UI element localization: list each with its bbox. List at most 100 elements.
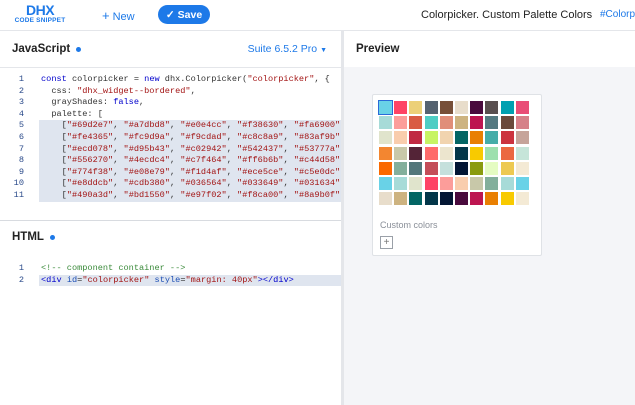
js-status-dot [76,46,82,52]
color-swatch[interactable] [409,176,423,190]
new-button[interactable]: + New [102,8,135,23]
add-custom-color-button[interactable]: + [380,236,393,249]
color-swatch[interactable] [379,176,392,190]
color-swatch[interactable] [409,116,423,130]
code-line[interactable]: 10 ["#e8ddcb", "#cdb380", "#036564", "#0… [0,178,341,190]
suite-version-label: Suite 6.5.2 Pro [247,43,318,55]
color-swatch[interactable] [515,161,529,175]
color-swatch[interactable] [515,101,529,114]
color-swatch[interactable] [500,146,514,160]
color-swatch[interactable] [424,131,438,145]
color-swatch[interactable] [470,161,484,175]
color-swatch[interactable] [500,116,514,130]
color-swatch[interactable] [454,161,468,175]
color-swatch[interactable] [454,146,468,160]
color-swatch[interactable] [485,101,499,114]
suite-version-dropdown[interactable]: Suite 6.5.2 Pro ▼ [248,43,327,55]
color-swatch[interactable] [409,192,423,206]
code-line[interactable]: 1 const colorpicker = new dhx.Colorpicker… [0,74,341,86]
code-line[interactable]: 4 palette: [ [0,109,341,121]
color-swatch[interactable] [485,116,499,130]
color-swatch[interactable] [394,176,408,190]
color-swatch[interactable] [515,131,529,145]
code-line[interactable]: 3 grayShades: false, [0,97,341,109]
color-swatch[interactable] [424,192,438,206]
code-line[interactable]: 9 ["#774f38", "#e08e79", "#f1d4af", "#ec… [0,166,341,179]
color-swatch[interactable] [515,176,529,190]
color-swatch[interactable] [500,176,514,190]
html-code-editor[interactable]: 1 <!-- component container --> 2 <div id="c… [0,263,341,287]
color-swatch[interactable] [439,116,453,130]
code-line[interactable]: 2 css: "dhx_widget--bordered", [0,86,341,98]
color-swatch[interactable] [394,192,408,206]
color-swatch[interactable] [409,101,423,114]
color-swatch[interactable] [439,161,453,175]
code-line[interactable]: 11 ["#490a3d", "#bd1550", "#e97f02", "#f… [0,189,341,202]
color-swatch[interactable] [470,101,484,114]
color-swatch[interactable] [485,146,499,160]
color-swatch[interactable] [485,192,499,206]
color-swatch[interactable] [470,176,484,190]
code-line[interactable]: 8 ["#556270", "#4ecdc4", "#c7f464", "#ff… [0,155,341,167]
color-swatch[interactable] [379,161,392,175]
color-swatch[interactable] [439,192,453,206]
color-swatch[interactable] [424,176,438,190]
color-swatch[interactable] [454,192,468,206]
color-swatch[interactable] [485,131,499,145]
color-swatch[interactable] [379,146,392,160]
color-swatch[interactable] [409,161,423,175]
color-swatch[interactable] [424,101,438,114]
code-text: <!-- component container --> [41,263,186,273]
color-swatch[interactable] [454,101,468,114]
color-swatch[interactable] [470,146,484,160]
color-swatch[interactable] [379,131,392,145]
code-text: ["#774f38", "#e08e79", "#f1d4af", "#ece5… [41,166,341,177]
color-swatch[interactable] [470,131,484,145]
code-line[interactable]: 7 ["#ecd078", "#d95b43", "#c02942", "#54… [0,143,341,156]
color-swatch[interactable] [379,192,392,206]
color-swatch[interactable] [439,101,453,114]
line-number: 9 [18,166,24,177]
color-swatch[interactable] [485,161,499,175]
color-swatch[interactable] [470,116,484,130]
line-number: 4 [18,108,24,119]
js-panel-header: JavaScript Suite 6.5.2 Pro ▼ [0,31,341,68]
color-swatch[interactable] [394,161,408,175]
color-swatch[interactable] [500,131,514,145]
color-swatch[interactable] [394,101,408,114]
code-line[interactable]: 5 ["#69d2e7", "#a7dbd8", "#e0e4cc", "#f3… [0,120,341,132]
color-swatch[interactable] [409,146,423,160]
color-swatch[interactable] [424,146,438,160]
color-swatch[interactable] [515,146,529,160]
color-swatch[interactable] [394,116,408,130]
color-swatch[interactable] [378,100,393,115]
color-swatch[interactable] [470,192,484,206]
color-swatch[interactable] [500,192,514,206]
color-swatch[interactable] [394,146,408,160]
color-swatch[interactable] [424,161,438,175]
code-line[interactable]: 6 ["#fe4365", "#fc9d9a", "#f9cdad", "#c8… [0,131,341,144]
color-swatch[interactable] [515,116,529,130]
color-swatch[interactable] [439,131,453,145]
color-swatch[interactable] [515,192,529,206]
caret-down-icon: ▼ [320,47,327,54]
color-swatch[interactable] [485,176,499,190]
code-line[interactable]: 2 <div id="colorpicker" style="margin: 40… [0,274,341,287]
color-swatch[interactable] [454,176,468,190]
code-line[interactable]: 1 <!-- component container --> [0,263,341,275]
color-swatch[interactable] [439,176,453,190]
html-panel-header: HTML [0,221,341,253]
color-swatch[interactable] [439,146,453,160]
color-swatch[interactable] [424,116,438,130]
dhx-logo[interactable]: DHX CODE SNIPPET [10,3,70,25]
color-swatch[interactable] [409,131,423,145]
js-code-editor[interactable]: 1 const colorpicker = new dhx.Colorpicker… [0,74,341,220]
color-swatch[interactable] [379,116,392,130]
snippet-tag[interactable]: #Colorp [600,9,635,20]
color-swatch[interactable] [394,131,408,145]
color-swatch[interactable] [500,161,514,175]
save-button[interactable]: ✓ Save [158,5,210,24]
color-swatch[interactable] [454,116,468,130]
color-swatch[interactable] [500,101,514,114]
color-swatch[interactable] [454,131,468,145]
